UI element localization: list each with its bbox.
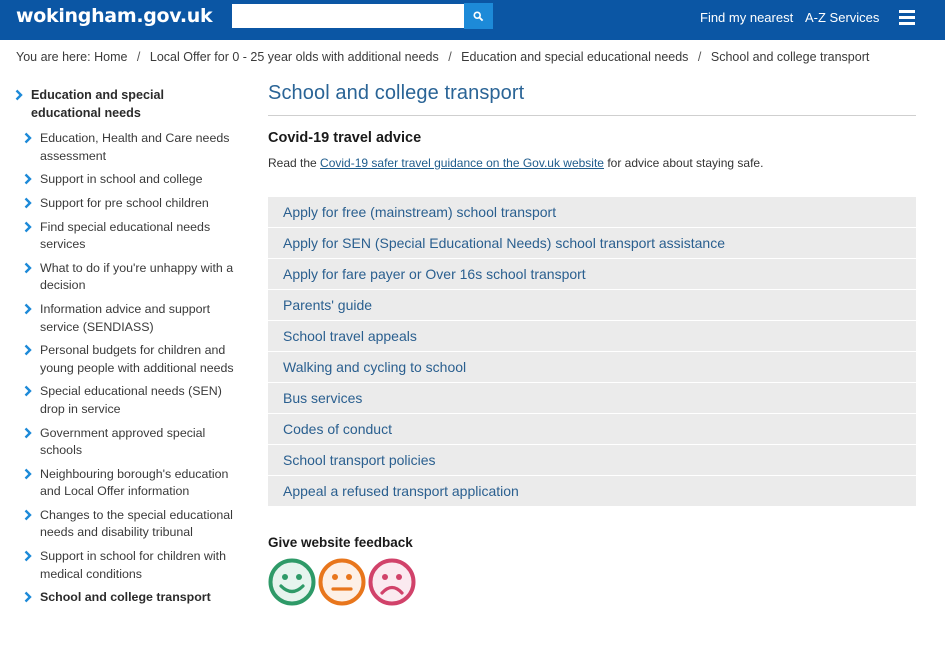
breadcrumb: You are here: Home / Local Offer for 0 -… xyxy=(16,50,869,64)
menu-bar xyxy=(899,22,915,25)
chevron-right-icon xyxy=(24,197,32,209)
sidebar-item-label: Support for pre school children xyxy=(40,195,209,210)
page-title: School and college transport xyxy=(268,80,916,116)
sidebar-item-label: Education, Health and Care needs assessm… xyxy=(40,131,230,163)
breadcrumb-local-offer[interactable]: Local Offer for 0 - 25 year olds with ad… xyxy=(150,50,439,64)
sidebar-item-label: Personal budgets for children and young … xyxy=(40,343,234,375)
chevron-right-icon xyxy=(24,509,32,521)
chevron-right-icon xyxy=(24,591,32,603)
chevron-right-icon xyxy=(15,89,23,101)
sidebar-parent-item[interactable]: Education and special educational needs xyxy=(14,87,234,122)
sidebar-item-current[interactable]: School and college transport xyxy=(14,589,234,607)
transport-links-list: Apply for free (mainstream) school trans… xyxy=(268,197,916,506)
a-z-services-link[interactable]: A-Z Services xyxy=(805,10,879,25)
feedback-faces xyxy=(268,558,916,606)
chevron-right-icon xyxy=(24,174,32,185)
chevron-right-icon xyxy=(24,468,32,480)
sidebar-item[interactable]: Special educational needs (SEN) drop in … xyxy=(14,383,234,418)
transport-link-item[interactable]: School transport policies xyxy=(268,445,916,475)
search-icon xyxy=(473,10,484,21)
chevron-right-icon xyxy=(24,221,32,232)
sidebar-item[interactable]: Changes to the special educational needs… xyxy=(14,507,234,542)
menu-bar xyxy=(899,10,915,13)
transport-link-item[interactable]: Bus services xyxy=(268,383,916,413)
sidebar-nav: Education and special educational needs … xyxy=(14,87,234,613)
breadcrumb-separator: / xyxy=(136,50,141,64)
transport-link-item[interactable]: School travel appeals xyxy=(268,321,916,351)
breadcrumb-prefix: You are here: xyxy=(16,50,91,64)
sidebar-item-label: Find special educational needs services xyxy=(40,219,211,252)
sidebar-item-label: What to do if you're unhappy with a deci… xyxy=(40,260,234,293)
search-button[interactable] xyxy=(464,3,493,29)
breadcrumb-current: School and college transport xyxy=(710,50,870,64)
chevron-right-icon xyxy=(24,132,32,144)
sidebar-item-label: Support in school and college xyxy=(40,172,203,187)
breadcrumb-home[interactable]: Home xyxy=(94,50,127,64)
transport-link-item[interactable]: Parents' guide xyxy=(268,290,916,320)
transport-link-item[interactable]: Apply for SEN (Special Educational Needs… xyxy=(268,228,916,258)
hamburger-menu-icon[interactable] xyxy=(899,10,915,25)
sidebar-item-label: School and college transport xyxy=(40,590,211,605)
transport-link-item[interactable]: Appeal a refused transport application xyxy=(268,476,916,506)
feedback-title: Give website feedback xyxy=(268,535,413,550)
sidebar-item[interactable]: Information advice and support service (… xyxy=(14,301,234,336)
sidebar-item-label: Neighbouring borough's education and Loc… xyxy=(40,466,229,499)
sidebar-item-label: Changes to the special educational needs… xyxy=(40,507,233,540)
sidebar-item[interactable]: Support in school and college xyxy=(14,171,234,189)
transport-link-item[interactable]: Apply for free (mainstream) school trans… xyxy=(268,197,916,227)
sidebar-item[interactable]: Education, Health and Care needs assessm… xyxy=(14,130,234,165)
main-content: School and college transport Covid-19 tr… xyxy=(268,80,916,606)
sidebar-item-label: Government approved special schools xyxy=(40,425,206,458)
covid-guidance-link[interactable]: Covid-19 safer travel guidance on the Go… xyxy=(320,156,604,170)
neutral-face-icon[interactable] xyxy=(318,558,366,606)
transport-link-item[interactable]: Codes of conduct xyxy=(268,414,916,444)
sidebar-item[interactable]: Government approved special schools xyxy=(14,425,234,460)
chevron-right-icon xyxy=(24,344,32,356)
sidebar-item[interactable]: What to do if you're unhappy with a deci… xyxy=(14,260,234,295)
covid-text-before: Read the xyxy=(268,156,321,170)
transport-link-item[interactable]: Walking and cycling to school xyxy=(268,352,916,382)
transport-link-item[interactable]: Apply for fare payer or Over 16s school … xyxy=(268,259,916,289)
sidebar-item[interactable]: Find special educational needs services xyxy=(14,219,234,254)
sidebar-item[interactable]: Support in school for children with medi… xyxy=(14,548,234,583)
chevron-right-icon xyxy=(24,303,32,315)
sidebar-item[interactable]: Neighbouring borough's education and Loc… xyxy=(14,466,234,501)
sidebar-item-label: Support in school for children with medi… xyxy=(40,549,226,581)
sad-face-icon[interactable] xyxy=(368,558,416,606)
chevron-right-icon xyxy=(24,385,32,397)
covid-paragraph: Read the Covid-19 safer travel guidance … xyxy=(268,156,916,170)
chevron-right-icon xyxy=(24,262,32,274)
find-my-nearest-link[interactable]: Find my nearest xyxy=(700,10,793,25)
sidebar-item[interactable]: Support for pre school children xyxy=(14,195,234,213)
site-logo[interactable]: wokingham.gov.uk xyxy=(16,5,213,27)
covid-text-after: for advice about staying safe. xyxy=(603,156,764,170)
sidebar-item-label: Information advice and support service (… xyxy=(40,301,211,334)
search-input[interactable] xyxy=(232,4,464,28)
sidebar-item-label: Education and special educational needs xyxy=(31,88,164,120)
chevron-right-icon xyxy=(24,427,32,438)
breadcrumb-separator: / xyxy=(697,50,702,64)
breadcrumb-education-sen[interactable]: Education and special educational needs xyxy=(461,50,688,64)
sidebar-item[interactable]: Personal budgets for children and young … xyxy=(14,342,234,377)
menu-bar xyxy=(899,16,915,19)
chevron-right-icon xyxy=(24,550,32,562)
covid-heading: Covid-19 travel advice xyxy=(268,130,422,146)
happy-face-icon[interactable] xyxy=(268,558,316,606)
breadcrumb-separator: / xyxy=(448,50,452,64)
sidebar-item-label: Special educational needs (SEN) drop in … xyxy=(40,384,222,416)
site-header: wokingham.gov.uk Find my nearest A-Z Ser… xyxy=(0,0,945,40)
